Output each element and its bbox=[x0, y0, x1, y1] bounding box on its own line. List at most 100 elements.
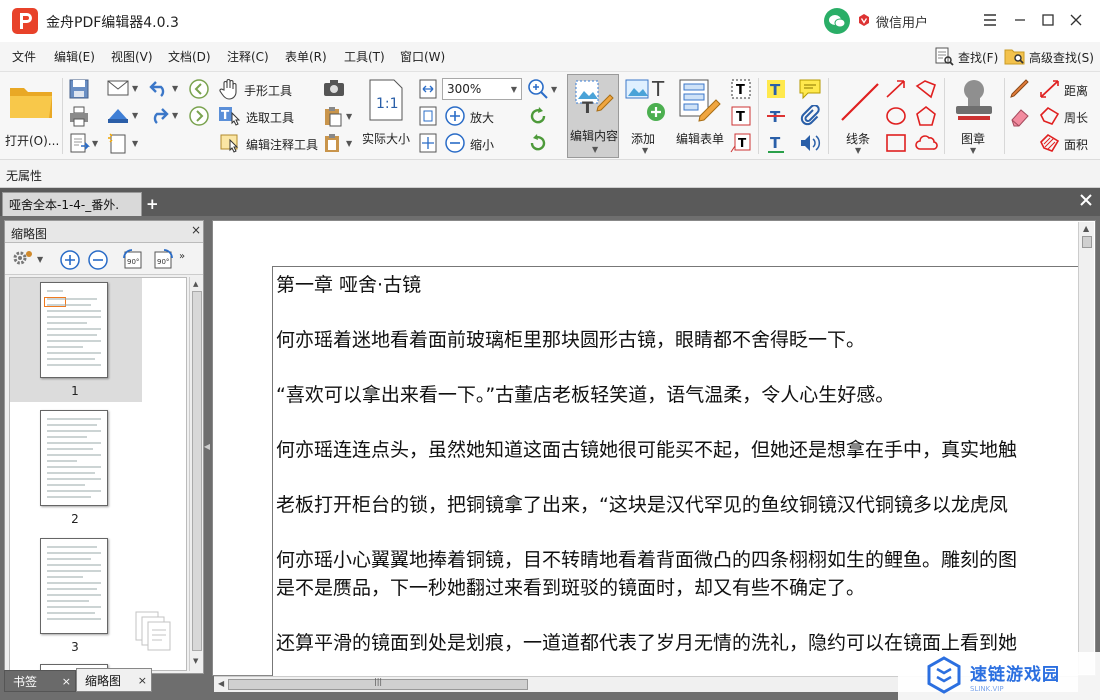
menu-form[interactable]: 表单(R) bbox=[285, 48, 327, 65]
menu-icon[interactable] bbox=[980, 10, 1000, 30]
snapshot-button[interactable] bbox=[322, 78, 346, 101]
mail-button[interactable]: ▼ bbox=[106, 78, 138, 98]
rectangle-tool-button[interactable] bbox=[884, 132, 908, 157]
line-tool-button[interactable]: 线条 ▼ bbox=[834, 76, 886, 156]
zoom-in-glass-button[interactable]: ▼ bbox=[527, 78, 557, 100]
eraser-tool-button[interactable] bbox=[1008, 105, 1032, 130]
thumbnails-tab[interactable]: 缩略图 × bbox=[76, 668, 152, 692]
pencil-tool-button[interactable] bbox=[1008, 78, 1032, 103]
cloud-tool-button[interactable] bbox=[914, 132, 938, 157]
polygon-tool-button[interactable] bbox=[914, 105, 938, 130]
svg-text:T: T bbox=[738, 136, 747, 150]
zoom-in-button[interactable]: 放大 bbox=[444, 105, 494, 130]
find-label: 查找(F) bbox=[958, 51, 999, 65]
rotate-cw-button[interactable] bbox=[527, 105, 549, 130]
clipboard-button[interactable]: ▼ bbox=[322, 132, 352, 154]
print-button[interactable] bbox=[68, 105, 90, 130]
app-logo-icon bbox=[12, 8, 38, 34]
options-gear-icon[interactable]: ▼ bbox=[11, 248, 43, 270]
cloud-button[interactable]: ▼ bbox=[106, 105, 138, 125]
menu-window[interactable]: 窗口(W) bbox=[400, 48, 445, 65]
select-tool-button[interactable]: T 选取工具 bbox=[218, 105, 294, 130]
page-thumbnail-2[interactable] bbox=[40, 410, 108, 506]
note-button[interactable] bbox=[798, 78, 822, 103]
paste-button[interactable]: ▼ bbox=[322, 105, 352, 127]
wechat-icon[interactable] bbox=[824, 8, 850, 34]
page-thumbnail-3[interactable] bbox=[40, 538, 108, 634]
close-tab-icon[interactable] bbox=[1080, 194, 1092, 209]
page-thumbnail-1[interactable] bbox=[40, 282, 108, 378]
menu-tools[interactable]: 工具(T) bbox=[344, 48, 385, 65]
add-button[interactable]: T 添加 ▼ bbox=[622, 76, 670, 156]
panel-splitter[interactable]: ◀ bbox=[204, 426, 210, 466]
svg-text:T: T bbox=[221, 108, 230, 122]
bookmarks-tab[interactable]: 书签 × bbox=[4, 670, 76, 692]
save-button[interactable] bbox=[68, 78, 90, 103]
fit-page-button[interactable] bbox=[418, 105, 438, 130]
text-box-tool-button[interactable]: T bbox=[730, 78, 752, 103]
export-button[interactable]: ▼ bbox=[68, 132, 98, 154]
menu-view[interactable]: 视图(V) bbox=[111, 48, 153, 65]
hand-icon bbox=[218, 78, 240, 103]
minimize-button[interactable] bbox=[1010, 10, 1030, 30]
actual-size-button[interactable]: 1:1 实际大小 bbox=[360, 76, 412, 152]
edit-content-label: 编辑内容 bbox=[570, 129, 619, 143]
distance-tool-button[interactable]: 距离 bbox=[1038, 78, 1088, 103]
text-select-icon: T bbox=[218, 105, 242, 130]
document-scroll-thumb[interactable] bbox=[1082, 236, 1092, 248]
find-button[interactable]: 查找(F) bbox=[934, 46, 998, 69]
document-vertical-scrollbar[interactable]: ▲ bbox=[1078, 222, 1094, 674]
close-button[interactable] bbox=[1066, 10, 1086, 30]
highlight-text-button[interactable]: T bbox=[765, 78, 787, 103]
thumbnail-scrollbar[interactable]: ▲ ▼ bbox=[189, 277, 203, 671]
menu-comment[interactable]: 注释(C) bbox=[227, 48, 269, 65]
perimeter-tool-button[interactable]: 周长 bbox=[1038, 105, 1088, 130]
stamp-button[interactable]: 图章 ▼ bbox=[948, 76, 1000, 156]
new-tab-button[interactable]: + bbox=[146, 195, 159, 213]
thumb-zoom-in-icon[interactable] bbox=[59, 249, 81, 274]
close-thumbnails-icon[interactable]: × bbox=[138, 674, 147, 687]
arrow-tool-button[interactable] bbox=[884, 78, 908, 103]
edit-annotation-tool-button[interactable]: 编辑注释工具 bbox=[218, 132, 318, 157]
text-field-tool-button[interactable]: T bbox=[730, 105, 752, 130]
next-view-button[interactable] bbox=[188, 105, 210, 130]
polyline-tool-button[interactable] bbox=[914, 78, 938, 103]
sound-button[interactable] bbox=[798, 132, 822, 157]
find-icon bbox=[934, 46, 954, 69]
close-bookmarks-icon[interactable]: × bbox=[62, 675, 71, 688]
document-tab[interactable]: 哑舍全本-1-4-_番外. bbox=[2, 192, 142, 216]
redo-button[interactable]: ▼ bbox=[148, 105, 178, 125]
thumb-zoom-out-icon[interactable] bbox=[87, 249, 109, 274]
select-tool-label: 选取工具 bbox=[246, 111, 295, 125]
add-content-icon: T bbox=[624, 77, 668, 125]
rotate-left-90-icon[interactable]: 90° bbox=[121, 248, 145, 275]
edit-content-button[interactable]: T 编辑内容 ▼ bbox=[567, 74, 619, 158]
prev-view-button[interactable] bbox=[188, 78, 210, 103]
edit-form-button[interactable]: 编辑表单 bbox=[674, 76, 726, 152]
underline-text-button[interactable]: T bbox=[765, 132, 787, 157]
ellipse-tool-button[interactable] bbox=[884, 105, 908, 130]
rotate-ccw-button[interactable] bbox=[527, 132, 549, 157]
user-name[interactable]: 微信用户 bbox=[876, 12, 928, 31]
undo-button[interactable]: ▼ bbox=[148, 78, 178, 98]
fit-width-button[interactable] bbox=[418, 78, 438, 103]
new-doc-button[interactable]: ▼ bbox=[106, 132, 138, 154]
fit-visible-button[interactable] bbox=[418, 132, 438, 157]
attachment-button[interactable] bbox=[798, 104, 822, 130]
strikeout-text-button[interactable]: T bbox=[765, 105, 787, 130]
zoom-out-button[interactable]: 缩小 bbox=[444, 132, 494, 157]
menu-document[interactable]: 文档(D) bbox=[168, 48, 211, 65]
hand-tool-button[interactable]: 手形工具 bbox=[218, 78, 292, 103]
maximize-button[interactable] bbox=[1038, 10, 1058, 30]
menu-file[interactable]: 文件 bbox=[12, 48, 36, 65]
open-button[interactable]: 打开(O)... bbox=[4, 78, 59, 152]
rotate-right-90-icon[interactable]: 90° bbox=[151, 248, 175, 275]
zoom-select[interactable]: 300% ▼ bbox=[442, 78, 522, 100]
advanced-find-button[interactable]: 高级查找(S) bbox=[1004, 46, 1094, 69]
more-chevron-icon[interactable]: » bbox=[179, 251, 185, 262]
thumbnail-scroll-thumb[interactable] bbox=[192, 291, 202, 651]
text-callout-tool-button[interactable]: T bbox=[730, 132, 752, 157]
close-panel-icon[interactable]: × bbox=[191, 223, 201, 237]
menu-edit[interactable]: 编辑(E) bbox=[54, 48, 95, 65]
area-tool-button[interactable]: 面积 bbox=[1038, 132, 1088, 157]
